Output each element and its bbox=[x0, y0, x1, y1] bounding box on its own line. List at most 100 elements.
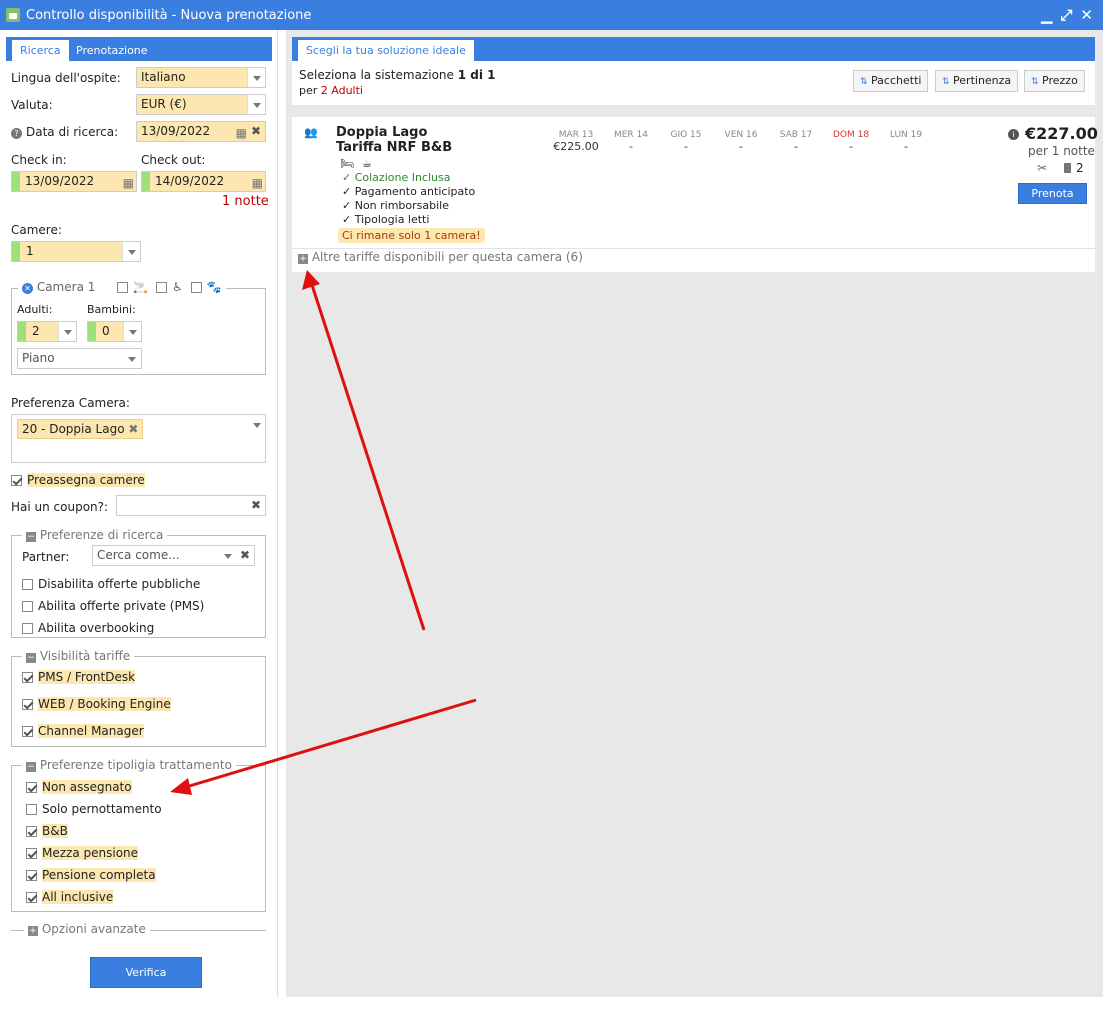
sort-price-button[interactable]: ⇅ Prezzo bbox=[1024, 70, 1085, 92]
other-rates-toggle[interactable]: + Altre tariffe disponibili per questa c… bbox=[298, 250, 583, 264]
book-button[interactable]: Prenota bbox=[1018, 183, 1087, 204]
close-icon[interactable]: ✕ bbox=[1080, 6, 1093, 24]
sort-packages-button[interactable]: ⇅ Pacchetti bbox=[853, 70, 929, 92]
clear-icon[interactable]: ✖ bbox=[251, 496, 261, 515]
checkbox[interactable] bbox=[22, 623, 33, 634]
rate-visibility-option[interactable]: WEB / Booking Engine bbox=[22, 697, 171, 711]
language-select[interactable]: Italiano bbox=[136, 67, 266, 88]
day-column: MER 14- bbox=[606, 130, 656, 153]
collapse-icon[interactable]: − bbox=[26, 653, 36, 663]
day-price: - bbox=[794, 140, 798, 153]
day-column: LUN 19- bbox=[881, 130, 931, 153]
checkbox[interactable] bbox=[22, 579, 33, 590]
checkbox[interactable] bbox=[22, 699, 33, 710]
treatment-option[interactable]: B&B bbox=[26, 824, 68, 838]
checkbox[interactable] bbox=[26, 870, 37, 881]
option-label: Mezza pensione bbox=[42, 846, 139, 860]
search-prefs-legend[interactable]: − Preferenze di ricerca bbox=[22, 528, 168, 542]
verify-availability-button[interactable]: Verifica disponibilità bbox=[90, 957, 202, 1008]
currency-select[interactable]: EUR (€) bbox=[136, 94, 266, 115]
expand-icon[interactable]: + bbox=[28, 926, 38, 936]
maximize-icon[interactable]: ⤢ bbox=[1060, 6, 1072, 24]
paw-icon: 🐾 bbox=[206, 280, 222, 294]
calendar-icon[interactable]: ▦ bbox=[252, 174, 263, 193]
room-result-card: 👥 Doppia Lago Tariffa NRF B&B 🛏 ☕ ✓ Cola… bbox=[292, 117, 1098, 272]
sort-price-label: Prezzo bbox=[1042, 74, 1078, 87]
rooms-value: 1 bbox=[26, 244, 34, 258]
checkout-field[interactable]: 14/09/2022 ▦ bbox=[141, 171, 266, 192]
required-marker bbox=[142, 172, 150, 191]
adults-select[interactable]: 2 bbox=[17, 321, 77, 342]
left-tabs: Ricerca Prenotazione bbox=[6, 37, 272, 61]
rate-visibility-option[interactable]: Channel Manager bbox=[22, 724, 144, 738]
rate-visibility-title: Visibilità tariffe bbox=[39, 649, 131, 663]
partner-select[interactable]: Cerca come... ✖ bbox=[92, 545, 255, 566]
remove-room-icon[interactable]: ✕ bbox=[22, 283, 33, 294]
checkin-field[interactable]: 13/09/2022 ▦ bbox=[11, 171, 137, 192]
rate-visibility-option[interactable]: PMS / FrontDesk bbox=[22, 670, 136, 684]
chevron-down-icon bbox=[122, 242, 140, 261]
sort-icon: ⇅ bbox=[942, 77, 950, 87]
treatment-option[interactable]: Mezza pensione bbox=[26, 846, 139, 860]
checkbox[interactable] bbox=[26, 782, 37, 793]
chevron-down-icon bbox=[253, 423, 261, 428]
collapse-icon[interactable]: − bbox=[26, 762, 36, 772]
clear-icon[interactable]: ✖ bbox=[251, 122, 261, 141]
other-rates-label: Altre tariffe disponibili per questa cam… bbox=[311, 250, 583, 264]
remove-tag-icon[interactable]: ✖ bbox=[128, 422, 138, 436]
calendar-icon[interactable]: ▦ bbox=[236, 124, 247, 143]
clear-icon[interactable]: ✖ bbox=[240, 546, 250, 565]
rate-visibility-legend[interactable]: − Visibilità tariffe bbox=[22, 649, 135, 663]
tab-scegli-soluzione[interactable]: Scegli la tua soluzione ideale bbox=[298, 40, 474, 61]
checkbox[interactable] bbox=[26, 804, 37, 815]
checkbox[interactable] bbox=[26, 848, 37, 859]
treatment-legend[interactable]: − Preferenze tipoligia trattamento bbox=[22, 758, 236, 772]
advanced-options-toggle[interactable]: + Opzioni avanzate bbox=[24, 922, 150, 936]
collapse-icon[interactable]: − bbox=[26, 532, 36, 542]
option-label: Non assegnato bbox=[42, 780, 132, 794]
room-pref-tag[interactable]: 20 - Doppia Lago ✖ bbox=[17, 419, 144, 439]
coupon-input[interactable]: ✖ bbox=[116, 495, 266, 516]
treatment-option[interactable]: Pensione completa bbox=[26, 868, 156, 882]
checkbox[interactable] bbox=[22, 726, 33, 737]
language-value: Italiano bbox=[141, 70, 186, 84]
day-label: MAR 13 bbox=[558, 130, 594, 140]
checkbox[interactable] bbox=[26, 826, 37, 837]
feature-prepaid: ✓ Pagamento anticipato bbox=[342, 185, 476, 198]
search-pref-option[interactable]: Abilita overbooking bbox=[22, 621, 154, 635]
search-pref-option[interactable]: Disabilita offerte pubbliche bbox=[22, 577, 200, 591]
minimize-icon[interactable]: ▁ bbox=[1041, 6, 1053, 24]
option-label: Pensione completa bbox=[42, 868, 156, 882]
treatment-option[interactable]: Solo pernottamento bbox=[26, 802, 162, 816]
search-pref-option[interactable]: Abilita offerte private (PMS) bbox=[22, 599, 204, 613]
accessible-checkbox[interactable] bbox=[155, 282, 167, 293]
preassign-row[interactable]: Preassegna camere bbox=[11, 473, 145, 487]
children-select[interactable]: 0 bbox=[87, 321, 142, 342]
search-date-label-text: Data di ricerca: bbox=[26, 125, 119, 139]
tab-prenotazione[interactable]: Prenotazione bbox=[68, 40, 156, 61]
pets-checkbox[interactable] bbox=[190, 282, 202, 293]
checkbox[interactable] bbox=[26, 892, 37, 903]
preassign-label: Preassegna camere bbox=[27, 473, 145, 487]
room-pref-field[interactable]: 20 - Doppia Lago ✖ bbox=[11, 414, 266, 463]
chevron-down-icon bbox=[123, 322, 141, 341]
smoking-checkbox[interactable] bbox=[117, 282, 129, 293]
search-date-value: 13/09/2022 bbox=[141, 124, 211, 138]
checkbox[interactable] bbox=[22, 672, 33, 683]
calendar-icon[interactable]: ▦ bbox=[123, 174, 134, 193]
room-count: 2 bbox=[1076, 161, 1084, 175]
search-date-field[interactable]: 13/09/2022 ▦ ✖ bbox=[136, 121, 266, 142]
checkbox[interactable] bbox=[22, 601, 33, 612]
selection-summary: Seleziona la sistemazione 1 di 1 bbox=[299, 68, 495, 82]
expand-icon[interactable]: + bbox=[298, 254, 308, 264]
per-night: per 1 notte bbox=[1028, 144, 1095, 158]
sort-icon: ⇅ bbox=[860, 77, 868, 87]
treatment-option[interactable]: Non assegnato bbox=[26, 780, 132, 794]
preassign-checkbox[interactable] bbox=[11, 475, 22, 486]
floor-select[interactable]: Piano bbox=[17, 348, 142, 369]
sort-relevance-button[interactable]: ⇅ Pertinenza bbox=[935, 70, 1019, 92]
info-icon[interactable]: i bbox=[1008, 129, 1019, 140]
tab-ricerca[interactable]: Ricerca bbox=[12, 40, 69, 61]
rooms-select[interactable]: 1 bbox=[11, 241, 141, 262]
treatment-option[interactable]: All inclusive bbox=[26, 890, 114, 904]
